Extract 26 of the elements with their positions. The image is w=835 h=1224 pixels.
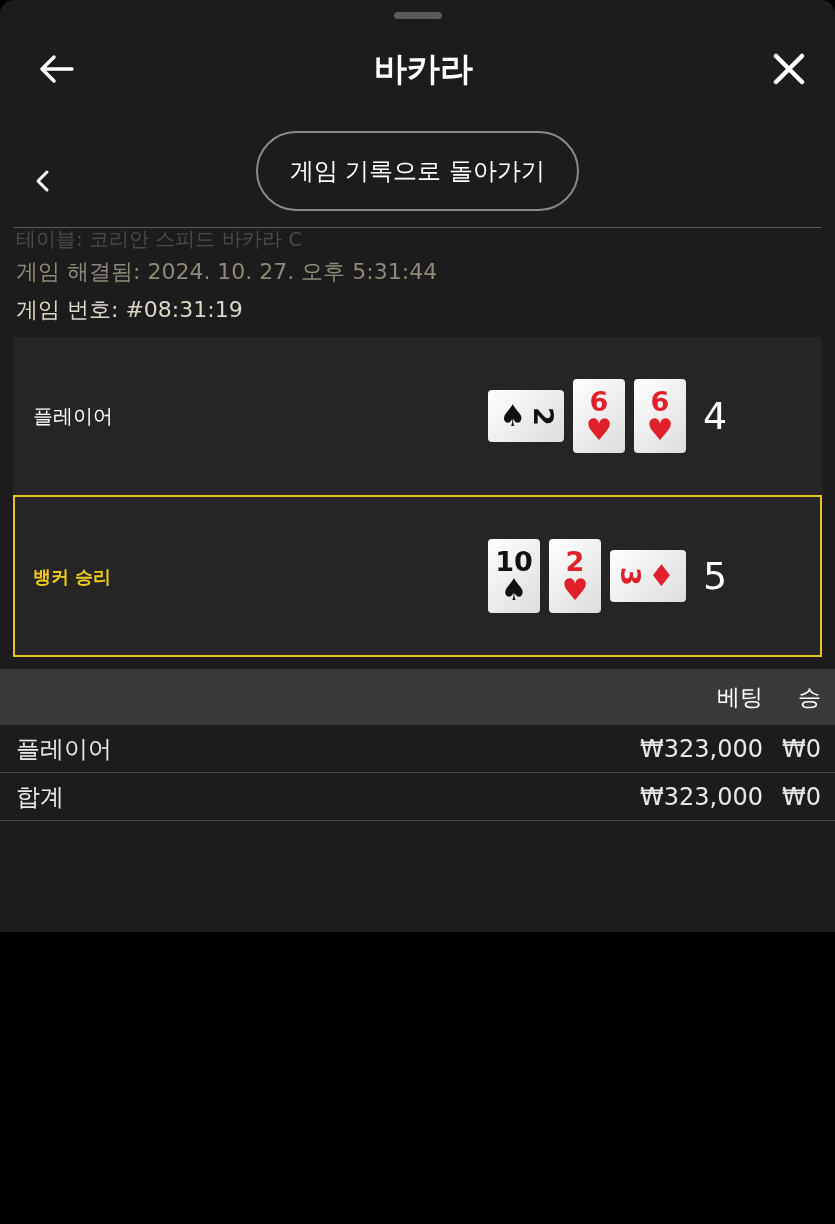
chevron-left-icon[interactable] — [34, 169, 50, 193]
hand-total: 5 — [703, 552, 728, 600]
table-cell: ₩323,000 — [640, 782, 763, 811]
hand-label: 뱅커 승리 — [33, 565, 112, 587]
page-title: 바카라 — [374, 48, 473, 91]
playing-card: 2 ♥ — [549, 539, 601, 613]
column-header: 베팅 — [717, 683, 763, 710]
table-cell: ₩323,000 — [640, 734, 763, 763]
table-cell: ₩0 — [782, 782, 821, 811]
info-text: 게임 번호: #08:31:19 — [16, 296, 243, 324]
drag-handle[interactable] — [393, 12, 442, 19]
back-to-history-button[interactable]: 게임 기록으로 돌아가기 — [255, 131, 580, 211]
playing-card: 6 ♥ — [573, 379, 625, 453]
playing-card: 10 ♠ — [488, 539, 540, 613]
close-icon[interactable] — [773, 53, 805, 85]
hand-label: 플레이어 — [33, 404, 113, 428]
playing-card: ♠ 2 — [488, 390, 564, 442]
back-arrow-icon[interactable] — [38, 54, 74, 84]
table-cell: ₩0 — [782, 734, 821, 763]
column-header: 승 — [798, 683, 821, 710]
playing-card: 3 ♦ — [610, 550, 686, 602]
hand-total: 4 — [703, 392, 728, 440]
table-cell: 플레이어 — [16, 734, 112, 763]
table-cell: 합계 — [16, 782, 64, 811]
playing-card: 6 ♥ — [634, 379, 686, 453]
info-text: 게임 해결됨: 2024. 10. 27. 오후 5:31:44 — [16, 258, 438, 286]
